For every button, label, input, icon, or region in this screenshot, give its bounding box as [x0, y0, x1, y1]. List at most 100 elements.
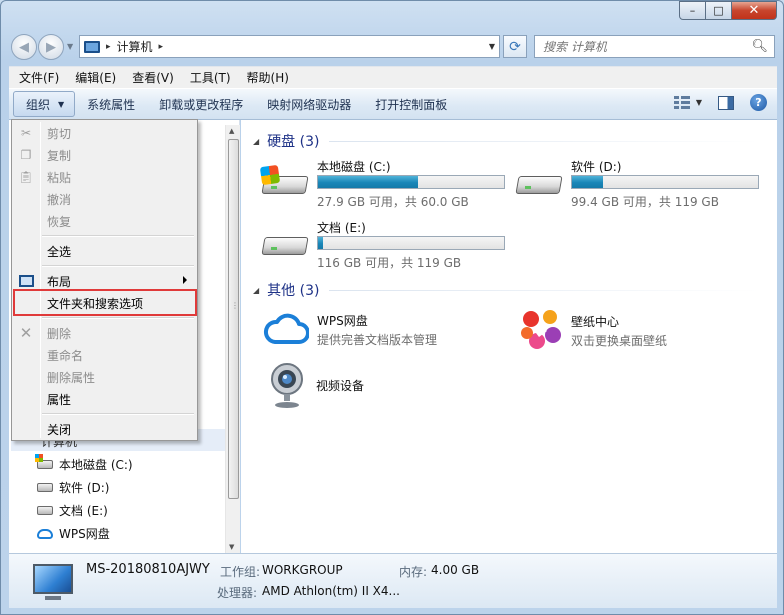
system-drive-icon: [259, 164, 309, 194]
item-wallpaper-center[interactable]: 壁纸中心 双击更换桌面壁纸: [517, 307, 667, 353]
menu-item-label: 布局: [47, 274, 72, 289]
copy-icon: ❐: [20, 148, 32, 162]
organize-menu: ✂ 剪切 ❐ 复制 📋︎ 粘贴 撤消 恢复 全选 布局 文件夹和搜索选项 ✕ 删…: [11, 119, 198, 441]
scroll-down-icon[interactable]: ▼: [229, 543, 234, 551]
menu-item-delete[interactable]: ✕ 删除: [12, 322, 197, 344]
menu-item-label: 删除: [47, 326, 72, 341]
paste-icon: 📋︎: [18, 170, 34, 184]
drive-name: 本地磁盘 (C:): [317, 160, 391, 174]
menu-file[interactable]: 文件(F): [11, 69, 67, 86]
menu-item-label: 删除属性: [47, 370, 96, 385]
recent-pages-dropdown[interactable]: ▼: [67, 42, 73, 51]
menu-item-redo[interactable]: 恢复: [12, 210, 197, 232]
search-icon[interactable]: 🔍︎: [751, 39, 768, 54]
nav-item-label: WPS网盘: [59, 527, 110, 541]
refresh-button[interactable]: ⟳: [503, 35, 527, 58]
menu-item-copy[interactable]: ❐ 复制: [12, 144, 197, 166]
collapse-triangle-icon[interactable]: ◢: [253, 286, 259, 295]
maximize-button[interactable]: □: [706, 1, 732, 20]
drive-item-c[interactable]: 本地磁盘 (C:) 27.9 GB 可用，共 60.0 GB: [259, 158, 505, 210]
menu-item-close[interactable]: 关闭: [12, 418, 197, 440]
menu-item-select-all[interactable]: 全选: [12, 240, 197, 262]
drive-name: 文档 (E:): [317, 221, 366, 235]
cloud-icon: [37, 528, 53, 539]
menu-bar: 文件(F) 编辑(E) 查看(V) 工具(T) 帮助(H): [9, 66, 777, 88]
pane-splitter-handle[interactable]: ⋮: [231, 301, 239, 310]
menu-item-properties[interactable]: 属性: [12, 388, 197, 410]
scroll-up-icon[interactable]: ▲: [229, 127, 234, 135]
organize-button[interactable]: 组织 ▼: [13, 91, 76, 117]
change-view-icon[interactable]: [673, 95, 690, 110]
menu-item-remove-properties[interactable]: 删除属性: [12, 366, 197, 388]
group-divider: [329, 289, 760, 291]
menu-edit[interactable]: 编辑(E): [67, 69, 124, 86]
nav-item-d-drive[interactable]: 软件 (D:): [37, 479, 109, 496]
drive-free-space: 99.4 GB 可用，共 119 GB: [571, 195, 719, 209]
explorer-window: – □ ✕ ◀ ▶ ▼ ▸ 计算机 ▸ ▼ ⟳ 🔍︎ 文件(F) 编辑(E) 查…: [0, 0, 784, 615]
address-dropdown-icon[interactable]: ▼: [489, 42, 495, 51]
view-dropdown-icon[interactable]: ▼: [696, 98, 702, 107]
menu-view[interactable]: 查看(V): [124, 69, 182, 86]
scroll-thumb[interactable]: [228, 139, 239, 499]
drive-icon: [37, 483, 53, 492]
maximize-icon: □: [713, 4, 724, 17]
delete-icon: ✕: [19, 324, 33, 342]
nav-item-e-drive[interactable]: 文档 (E:): [37, 502, 108, 519]
search-box[interactable]: 🔍︎: [534, 35, 775, 58]
memory-label: 内存:: [399, 565, 428, 579]
breadcrumb-computer[interactable]: 计算机: [117, 38, 153, 55]
menu-item-undo[interactable]: 撤消: [12, 188, 197, 210]
forward-button[interactable]: ▶: [38, 34, 64, 60]
nav-scrollbar[interactable]: ▲ ▼: [225, 125, 240, 553]
search-input[interactable]: [543, 39, 743, 54]
breadcrumb-separator-icon[interactable]: ▸: [159, 42, 164, 52]
highlight-box: [13, 289, 197, 316]
menu-tools[interactable]: 工具(T): [182, 69, 239, 86]
menu-item-cut[interactable]: ✂ 剪切: [12, 122, 197, 144]
chevron-down-icon: ▼: [58, 99, 65, 109]
nav-item-c-drive[interactable]: 本地磁盘 (C:): [35, 454, 133, 473]
breadcrumb-separator-icon[interactable]: ▸: [106, 42, 111, 52]
system-properties-button[interactable]: 系统属性: [75, 91, 147, 117]
map-network-drive-button[interactable]: 映射网络驱动器: [255, 91, 363, 117]
scissors-icon: ✂: [20, 126, 32, 140]
menu-item-rename[interactable]: 重命名: [12, 344, 197, 366]
menu-item-label: 撤消: [47, 192, 72, 207]
layout-icon: [18, 273, 34, 289]
item-wps-cloud[interactable]: WPS网盘 提供完善文档版本管理: [263, 312, 437, 348]
back-button[interactable]: ◀: [11, 34, 37, 60]
computer-icon: [84, 40, 100, 53]
address-bar[interactable]: ▸ 计算机 ▸ ▼: [79, 35, 500, 58]
drive-item-d[interactable]: 软件 (D:) 99.4 GB 可用，共 119 GB: [515, 158, 759, 210]
menu-item-label: 属性: [47, 392, 72, 407]
workgroup-value: WORKGROUP: [262, 563, 343, 577]
preview-pane-icon[interactable]: [718, 95, 734, 110]
pinwheel-icon: [517, 307, 563, 353]
workgroup-label: 工作组:: [220, 565, 261, 579]
menu-item-label: 复制: [47, 148, 72, 163]
group-title: 硬盘 (3): [267, 134, 320, 150]
help-button[interactable]: ?: [750, 94, 767, 111]
item-video-device[interactable]: 视频设备: [269, 361, 364, 409]
close-button[interactable]: ✕: [732, 1, 777, 20]
back-arrow-icon: ◀: [19, 39, 29, 55]
menu-item-paste[interactable]: 📋︎ 粘贴: [12, 166, 197, 188]
open-control-panel-button[interactable]: 打开控制面板: [363, 91, 459, 117]
group-header-disks[interactable]: ◢ 硬盘 (3): [253, 131, 760, 151]
drive-icon: [37, 506, 53, 515]
menu-help[interactable]: 帮助(H): [239, 69, 297, 86]
uninstall-program-button[interactable]: 卸载或更改程序: [147, 91, 255, 117]
organize-label: 组织: [26, 97, 51, 112]
nav-item-wps-cloud[interactable]: WPS网盘: [37, 525, 110, 542]
minimize-button[interactable]: –: [679, 1, 706, 20]
item-name: WPS网盘: [317, 314, 368, 328]
submenu-arrow-icon: [183, 276, 187, 284]
window-controls: – □ ✕: [679, 1, 777, 20]
menu-item-label: 全选: [47, 244, 72, 259]
item-description: 提供完善文档版本管理: [317, 333, 438, 347]
item-name: 壁纸中心: [571, 315, 620, 329]
group-header-other[interactable]: ◢ 其他 (3): [253, 280, 760, 300]
collapse-triangle-icon[interactable]: ◢: [253, 137, 259, 146]
drive-item-e[interactable]: 文档 (E:) 116 GB 可用，共 119 GB: [261, 219, 505, 271]
webcam-icon: [269, 361, 309, 409]
